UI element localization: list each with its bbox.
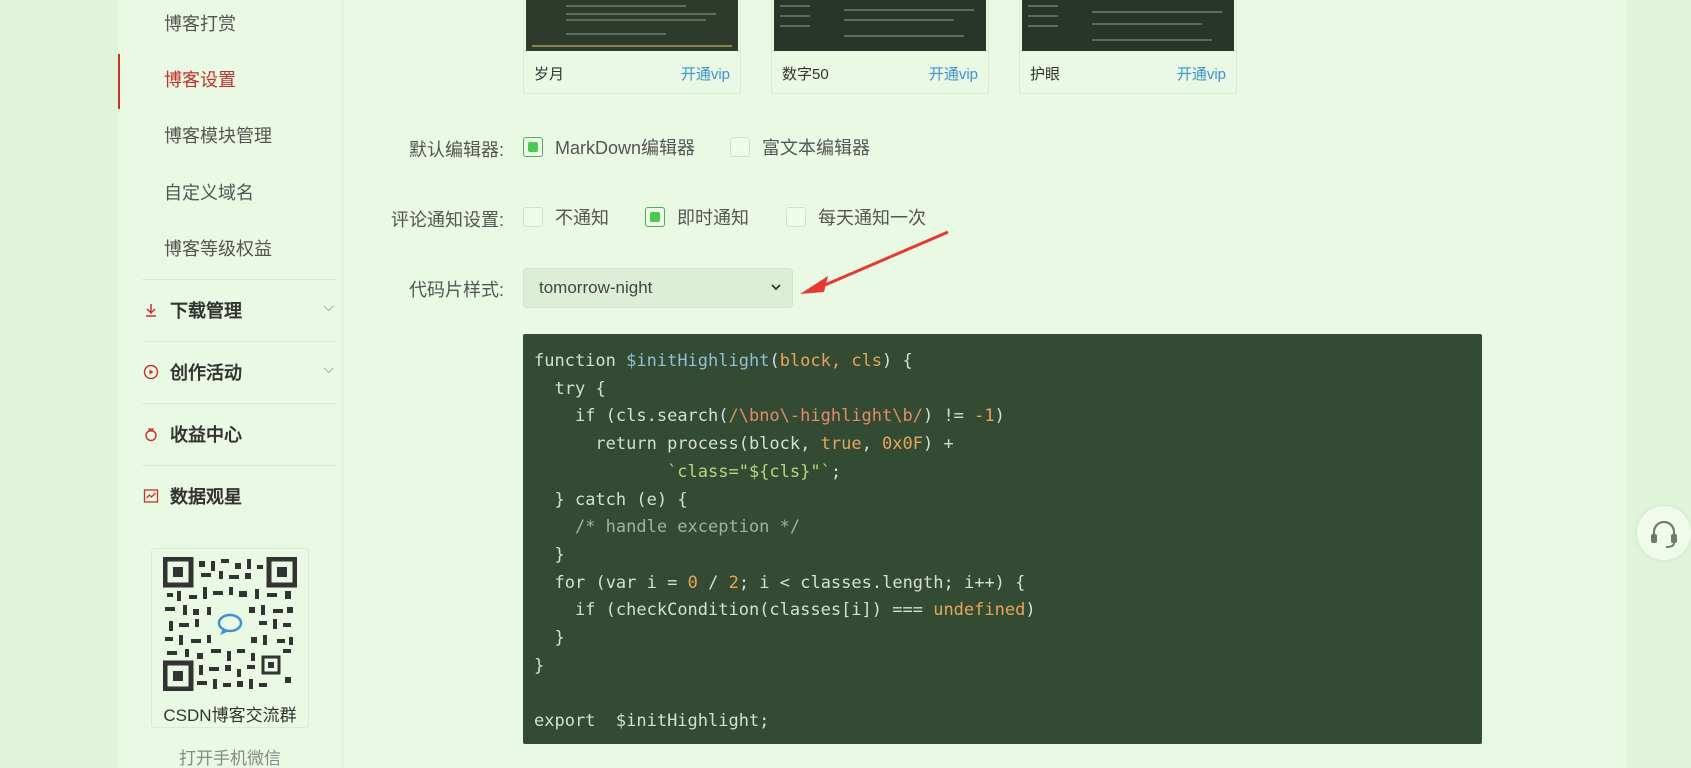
qr-label: CSDN博客交流群 xyxy=(163,706,297,725)
checkbox[interactable] xyxy=(730,137,750,157)
download-icon xyxy=(142,302,160,320)
editor-label: 默认编辑器: xyxy=(408,140,504,160)
main-content: 岁月 开通vip 数字50 开通vip 护眼 开通vip 默认编辑器: Mark… xyxy=(344,0,1627,768)
money-bag-icon xyxy=(142,426,160,444)
sidebar-group-label: 数据观星 xyxy=(170,487,242,507)
right-gutter xyxy=(1627,0,1691,768)
notify-option-none[interactable]: 不通知 xyxy=(523,206,609,230)
qr-card: CSDN博客交流群 xyxy=(151,548,309,728)
editor-option-richtext[interactable]: 富文本编辑器 xyxy=(730,136,870,160)
theme-card-shuzi50[interactable]: 数字50 开通vip xyxy=(771,0,989,94)
theme-thumbnail xyxy=(1022,0,1234,51)
active-indicator xyxy=(118,54,120,109)
open-vip-link[interactable]: 开通vip xyxy=(929,63,978,84)
sidebar-item-blog-reward[interactable]: 博客打赏 xyxy=(164,10,236,38)
theme-thumbnail xyxy=(774,0,986,51)
option-label: MarkDown编辑器 xyxy=(555,138,696,158)
sidebar-group-label: 收益中心 xyxy=(170,425,242,445)
sidebar-group-download[interactable]: 下载管理 ⌵ xyxy=(142,279,336,341)
sidebar-group-income[interactable]: 收益中心 xyxy=(142,403,336,465)
code-style-value: tomorrow-night xyxy=(539,278,653,297)
play-circle-icon xyxy=(142,364,160,382)
theme-thumbnail xyxy=(526,0,738,51)
sidebar-item-blog-settings[interactable]: 博客设置 xyxy=(164,66,236,94)
option-label: 即时通知 xyxy=(677,208,749,228)
chevron-down-icon: ⌵ xyxy=(323,360,334,376)
sidebar-group-data[interactable]: 数据观星 xyxy=(142,465,336,527)
code-style-select[interactable]: tomorrow-night xyxy=(523,268,793,308)
option-label: 富文本编辑器 xyxy=(762,138,870,158)
notify-option-instant[interactable]: 即时通知 xyxy=(645,206,749,230)
theme-name: 岁月 xyxy=(534,66,565,83)
theme-card-huyan[interactable]: 护眼 开通vip xyxy=(1019,0,1237,94)
option-label: 不通知 xyxy=(555,208,609,228)
theme-card-suiyue[interactable]: 岁月 开通vip xyxy=(523,0,741,94)
checkbox[interactable] xyxy=(523,137,543,157)
option-label: 每天通知一次 xyxy=(818,208,926,228)
chevron-down-icon: ⌵ xyxy=(323,298,334,314)
theme-name: 护眼 xyxy=(1030,66,1061,83)
theme-name: 数字50 xyxy=(782,66,829,83)
sidebar-group-creation[interactable]: 创作活动 ⌵ xyxy=(142,341,336,403)
headset-icon xyxy=(1651,520,1677,548)
checkbox[interactable] xyxy=(645,207,665,227)
checkbox[interactable] xyxy=(523,207,543,227)
left-gutter xyxy=(0,0,118,768)
notify-label: 评论通知设置: xyxy=(390,210,504,230)
qr-code-icon xyxy=(163,557,297,691)
sidebar-group-label: 下载管理 xyxy=(170,301,242,321)
code-preview: function $initHighlight(block, cls) { tr… xyxy=(523,334,1482,744)
customer-service-button[interactable] xyxy=(1637,506,1691,560)
sidebar-item-level-rights[interactable]: 博客等级权益 xyxy=(164,235,272,263)
chart-icon xyxy=(142,488,160,506)
open-vip-link[interactable]: 开通vip xyxy=(681,63,730,84)
qr-hint: 打开手机微信 xyxy=(179,749,281,768)
annotation-arrow-icon xyxy=(800,230,949,294)
open-vip-link[interactable]: 开通vip xyxy=(1177,63,1226,84)
sidebar-group-label: 创作活动 xyxy=(170,363,242,383)
chevron-down-icon xyxy=(770,269,782,321)
checkbox[interactable] xyxy=(786,207,806,227)
sidebar-item-custom-domain[interactable]: 自定义域名 xyxy=(164,179,254,207)
sidebar: 博客打赏 博客设置 博客模块管理 自定义域名 博客等级权益 下载管理 ⌵ 创作活… xyxy=(118,0,342,768)
code-style-label: 代码片样式: xyxy=(408,280,504,300)
editor-option-markdown[interactable]: MarkDown编辑器 xyxy=(523,136,695,160)
sidebar-item-module-management[interactable]: 博客模块管理 xyxy=(164,122,272,150)
